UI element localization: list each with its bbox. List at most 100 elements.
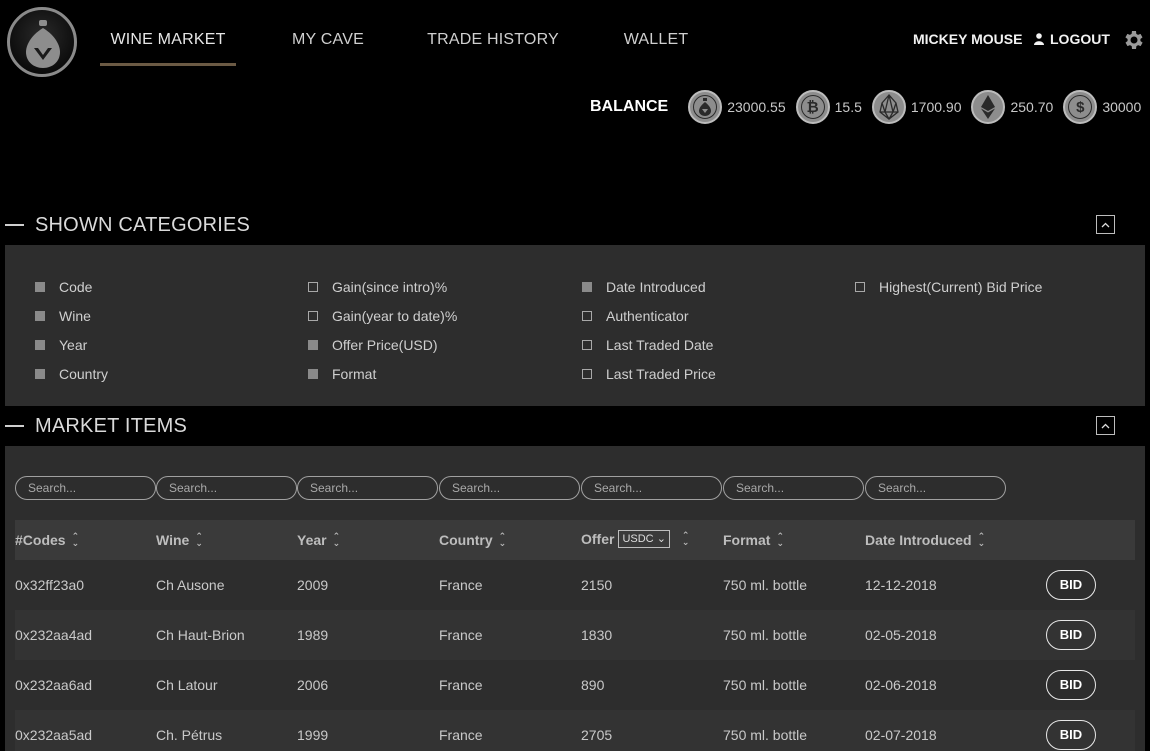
sort-icon: ⌃ ⌄ <box>776 531 784 548</box>
bitcoin-icon: ₿ <box>795 90 830 124</box>
bid-button[interactable]: BID <box>1046 720 1096 750</box>
search-codes-input[interactable] <box>15 476 156 500</box>
col-wine-header[interactable]: Wine ⌃ ⌄ <box>156 531 203 549</box>
balance-eos: 1700.90 <box>871 90 962 124</box>
cell-year: 1989 <box>297 627 329 643</box>
nav-wallet[interactable]: WALLET <box>615 0 697 66</box>
brand-logo[interactable] <box>7 7 77 77</box>
currency-select[interactable]: USDC ⌄ <box>618 530 670 548</box>
category-authenticator[interactable]: Authenticator <box>582 301 716 330</box>
balance-ethereum: 250.70 <box>971 90 1053 124</box>
category-column-3: Date Introduced Authenticator Last Trade… <box>582 272 716 388</box>
category-gain-since-intro[interactable]: Gain(since intro)% <box>308 272 457 301</box>
table-row: 0x232aa5ad Ch. Pétrus 1999 France 2705 7… <box>15 710 1135 751</box>
bid-button[interactable]: BID <box>1046 570 1096 600</box>
search-year-input[interactable] <box>297 476 438 500</box>
balance-vino-value: 23000.55 <box>727 99 786 115</box>
checkbox-unchecked[interactable] <box>308 310 318 321</box>
category-column-2: Gain(since intro)% Gain(year to date)% O… <box>308 272 457 388</box>
search-offer-input[interactable] <box>581 476 722 500</box>
balance-vino: 23000.55 <box>688 90 786 124</box>
col-date-header[interactable]: Date Introduced ⌃ ⌄ <box>865 532 985 549</box>
market-collapse-button[interactable] <box>1096 416 1115 435</box>
table-row: 0x232aa4ad Ch Haut-Brion 1989 France 183… <box>15 610 1135 660</box>
cell-offer: 2705 <box>581 727 613 743</box>
search-country-input[interactable] <box>439 476 580 500</box>
logout-button[interactable]: LOGOUT <box>1034 31 1110 47</box>
chevron-up-icon <box>1101 222 1110 227</box>
category-gain-ytd[interactable]: Gain(year to date)% <box>308 301 457 330</box>
cell-format: 750 ml. bottle <box>723 727 808 743</box>
search-format-input[interactable] <box>723 476 864 500</box>
user-icon <box>1034 33 1044 45</box>
categories-collapse-button[interactable] <box>1096 215 1115 234</box>
category-column-1: Code Wine Year Country <box>35 272 108 388</box>
category-wine[interactable]: Wine <box>35 301 108 330</box>
wine-drop-logo-icon <box>26 20 60 68</box>
cell-code: 0x232aa4ad <box>15 627 93 643</box>
checkbox-checked[interactable] <box>35 310 45 321</box>
cell-date: 02-05-2018 <box>865 627 937 643</box>
cell-wine: Ch Haut-Brion <box>156 627 245 643</box>
col-codes-header[interactable]: #Codes ⌃ ⌄ <box>15 532 79 549</box>
sort-icon: ⌃ ⌄ <box>681 530 690 547</box>
balance-eos-value: 1700.90 <box>910 99 962 115</box>
cell-year: 2006 <box>297 677 329 693</box>
category-last-traded-price[interactable]: Last Traded Price <box>582 359 716 388</box>
category-last-traded-date[interactable]: Last Traded Date <box>582 330 716 359</box>
category-code[interactable]: Code <box>35 272 108 301</box>
cell-code: 0x32ff23a0 <box>15 577 85 593</box>
checkbox-unchecked[interactable] <box>855 281 865 292</box>
col-year-header[interactable]: Year ⌃ ⌄ <box>297 532 340 549</box>
cell-format: 750 ml. bottle <box>723 677 808 693</box>
category-year[interactable]: Year <box>35 330 108 359</box>
checkbox-checked[interactable] <box>35 281 45 292</box>
chevron-up-icon <box>1101 423 1110 428</box>
col-offer-header[interactable]: Offer USDC ⌄ ⌃ ⌄ <box>581 530 689 548</box>
balance-bitcoin: ₿ 15.5 <box>795 90 862 124</box>
nav-wine-market[interactable]: WINE MARKET <box>100 0 236 66</box>
cell-wine: Ch Latour <box>156 677 218 693</box>
search-date-input[interactable] <box>865 476 1006 500</box>
table-header: #Codes ⌃ ⌄ Wine ⌃ ⌄ Year ⌃ ⌄ Country ⌃ ⌄ Offer US… <box>15 520 1135 560</box>
cell-format: 750 ml. bottle <box>723 627 808 643</box>
cell-code: 0x232aa6ad <box>15 677 93 693</box>
category-column-4: Highest(Current) Bid Price <box>855 272 1042 301</box>
cell-date: 02-07-2018 <box>865 727 937 743</box>
cell-offer: 890 <box>581 677 605 693</box>
nav-my-cave[interactable]: MY CAVE <box>280 0 376 66</box>
checkbox-checked[interactable] <box>308 368 318 379</box>
category-highest-bid[interactable]: Highest(Current) Bid Price <box>855 272 1042 301</box>
col-format-header[interactable]: Format ⌃ ⌄ <box>723 531 784 549</box>
balance-bitcoin-value: 15.5 <box>834 99 862 115</box>
market-panel: #Codes⌃⌄ Wine⌃⌄ Year⌃⌄ Country⌃⌄ OfferUS… <box>5 446 1145 751</box>
cell-date: 02-06-2018 <box>865 677 937 693</box>
section-dash <box>5 224 24 226</box>
search-wine-input[interactable] <box>156 476 297 500</box>
user-name[interactable]: MICKEY MOUSE <box>913 31 1022 47</box>
balance-ethereum-value: 250.70 <box>1010 99 1054 115</box>
checkbox-unchecked[interactable] <box>308 281 318 292</box>
category-format[interactable]: Format <box>308 359 457 388</box>
checkbox-checked[interactable] <box>582 281 592 292</box>
cell-country: France <box>439 577 483 593</box>
cell-offer: 1830 <box>581 627 613 643</box>
checkbox-checked[interactable] <box>35 368 45 379</box>
category-country[interactable]: Country <box>35 359 108 388</box>
checkbox-checked[interactable] <box>308 339 318 350</box>
checkbox-checked[interactable] <box>35 339 45 350</box>
categories-panel: Code Wine Year Country Gain(since intro)… <box>5 245 1145 406</box>
sort-icon: ⌃ ⌄ <box>195 531 203 548</box>
checkbox-unchecked[interactable] <box>582 368 592 379</box>
checkbox-unchecked[interactable] <box>582 310 592 321</box>
settings-gear-icon[interactable] <box>1121 28 1145 57</box>
category-offer-price[interactable]: Offer Price(USD) <box>308 330 457 359</box>
cell-wine: Ch Ausone <box>156 577 225 593</box>
cell-year: 1999 <box>297 727 329 743</box>
nav-trade-history[interactable]: TRADE HISTORY <box>420 0 566 66</box>
bid-button[interactable]: BID <box>1046 620 1096 650</box>
checkbox-unchecked[interactable] <box>582 339 592 350</box>
bid-button[interactable]: BID <box>1046 670 1096 700</box>
col-country-header[interactable]: Country ⌃ ⌄ <box>439 532 506 549</box>
category-date-introduced[interactable]: Date Introduced <box>582 272 716 301</box>
